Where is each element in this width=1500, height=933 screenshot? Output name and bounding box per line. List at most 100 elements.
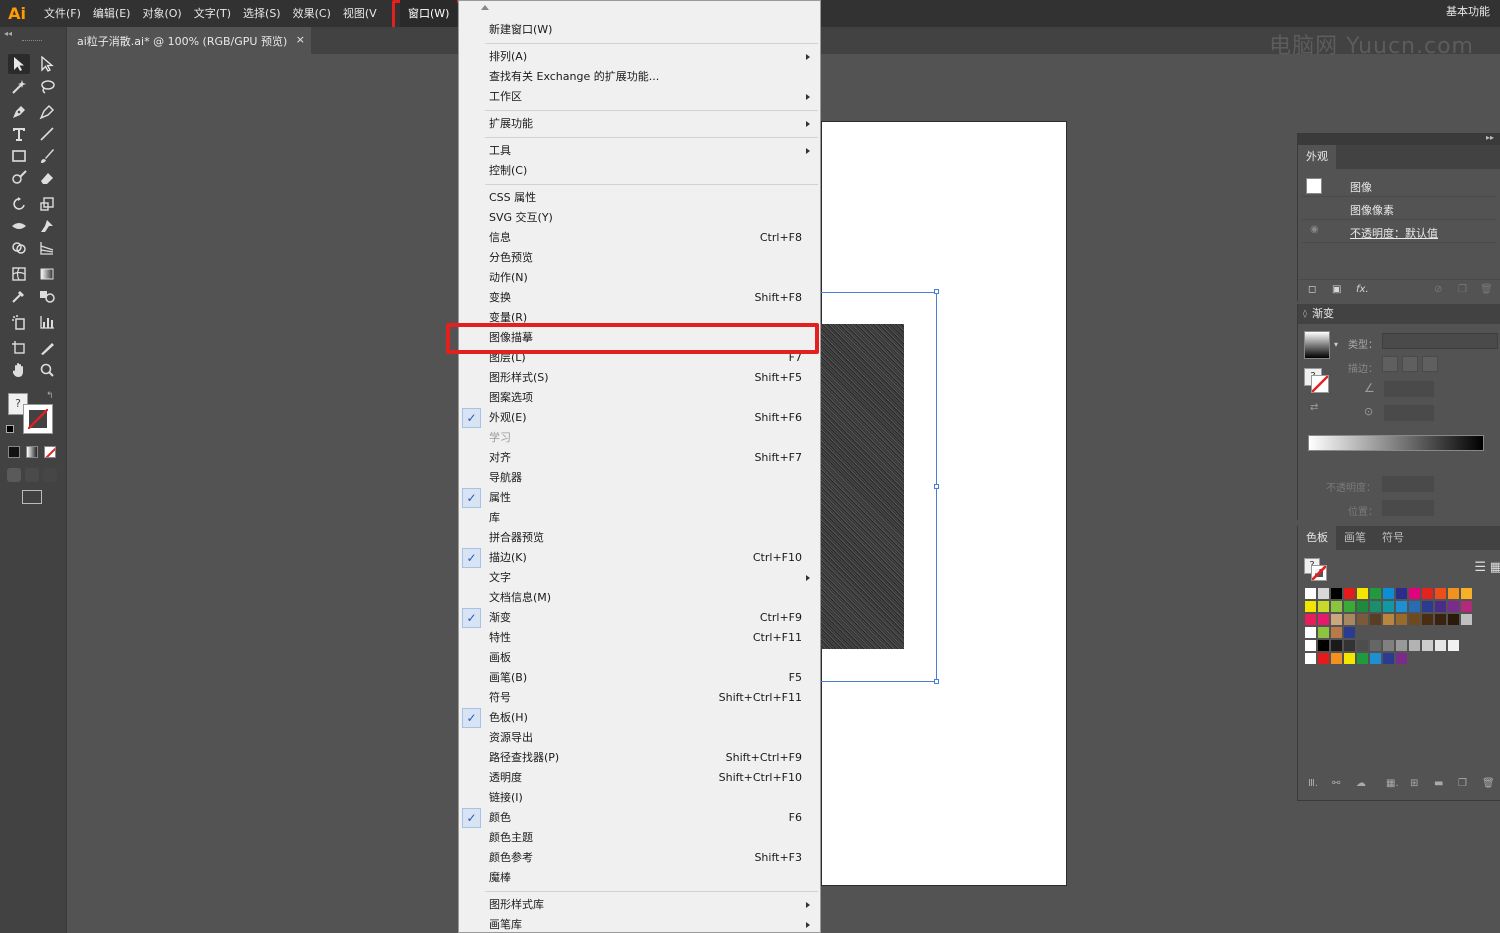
menu-item[interactable]: 拼合器预览 <box>459 528 820 548</box>
menu-item[interactable]: 对齐 Shift+F7 <box>459 448 820 468</box>
none-mode-icon[interactable] <box>44 446 56 458</box>
menu-window[interactable]: 窗口(W) <box>400 0 458 27</box>
gradient-location-field[interactable] <box>1382 500 1434 516</box>
puppet-warp-tool-icon[interactable] <box>36 216 58 236</box>
panel-options-icon[interactable]: ◊ <box>1303 304 1307 324</box>
appearance-row-opacity[interactable]: ◉ 不透明度：默认值 <box>1302 221 1497 243</box>
add-to-library-icon[interactable]: ⚯ <box>1332 778 1340 789</box>
color-swatch[interactable] <box>1421 600 1434 613</box>
color-swatch[interactable] <box>1447 587 1460 600</box>
color-swatch[interactable] <box>1304 600 1317 613</box>
menu-item[interactable]: 库 <box>459 508 820 528</box>
color-swatch[interactable] <box>1382 652 1395 665</box>
tab-swatches[interactable]: 色板 <box>1298 526 1336 550</box>
gradient-slider[interactable] <box>1308 435 1484 451</box>
screen-mode-icon[interactable] <box>22 490 42 504</box>
panel-dock-header[interactable]: ▸▸ <box>1297 133 1500 145</box>
menu-item[interactable]: 文档信息(M) <box>459 588 820 608</box>
color-swatch[interactable] <box>1395 652 1408 665</box>
color-swatch[interactable] <box>1434 613 1447 626</box>
menu-item[interactable]: 特性 Ctrl+F11 <box>459 628 820 648</box>
delete-swatch-icon[interactable]: 🗑 <box>1482 778 1495 789</box>
hand-tool-icon[interactable] <box>8 360 30 380</box>
color-swatch[interactable] <box>1343 600 1356 613</box>
tab-symbols[interactable]: 符号 <box>1374 526 1412 550</box>
swatch-libraries-icon[interactable]: Ⅲ. <box>1308 778 1318 789</box>
visibility-eye-icon[interactable]: ◉ <box>1310 224 1319 235</box>
zoom-tool-icon[interactable] <box>36 360 58 380</box>
color-swatch[interactable] <box>1330 600 1343 613</box>
color-swatch[interactable] <box>1356 613 1369 626</box>
rotate-tool-icon[interactable] <box>8 194 30 214</box>
menu-1[interactable]: 编辑(E) <box>87 0 137 27</box>
menu-item[interactable]: 排列(A) <box>459 47 820 67</box>
menu-item[interactable]: ✓ 渐变 Ctrl+F9 <box>459 608 820 628</box>
gradient-angle-field[interactable] <box>1384 381 1434 397</box>
add-stroke-icon[interactable]: ◻ <box>1308 284 1316 295</box>
mesh-tool-icon[interactable] <box>8 264 30 284</box>
color-swatch[interactable] <box>1317 587 1330 600</box>
symbol-sprayer-tool-icon[interactable] <box>8 312 30 332</box>
menu-item[interactable]: ✓ 外观(E) Shift+F6 <box>459 408 820 428</box>
color-swatch[interactable] <box>1317 652 1330 665</box>
color-swatch[interactable] <box>1408 587 1421 600</box>
color-swatch[interactable] <box>1317 639 1330 652</box>
color-swatch[interactable] <box>1330 626 1343 639</box>
color-swatch[interactable] <box>1421 639 1434 652</box>
color-swatch[interactable] <box>1330 613 1343 626</box>
color-swatch[interactable] <box>1447 600 1460 613</box>
shape-builder-tool-icon[interactable] <box>8 238 30 258</box>
menu-item[interactable]: SVG 交互(Y) <box>459 208 820 228</box>
toolbar-grip[interactable] <box>22 40 42 42</box>
color-swatch[interactable] <box>1421 587 1434 600</box>
menu-item[interactable]: 工作区 <box>459 87 820 107</box>
lasso-tool-icon[interactable] <box>36 77 58 97</box>
color-swatch[interactable] <box>1460 600 1473 613</box>
color-swatch[interactable] <box>1304 613 1317 626</box>
gradient-tool-icon[interactable] <box>36 264 58 284</box>
menu-item[interactable]: 分色预览 <box>459 248 820 268</box>
menu-item[interactable]: 图案选项 <box>459 388 820 408</box>
color-swatch[interactable] <box>1382 600 1395 613</box>
pen-tool-icon[interactable] <box>8 102 30 122</box>
gradient-type-select[interactable] <box>1382 333 1498 349</box>
color-swatch[interactable] <box>1395 639 1408 652</box>
reverse-gradient-icon[interactable]: ⇄ <box>1310 402 1318 413</box>
color-swatch[interactable] <box>1408 639 1421 652</box>
menu-item[interactable]: ✓ 色板(H) <box>459 708 820 728</box>
color-swatch[interactable] <box>1395 613 1408 626</box>
rectangle-tool-icon[interactable] <box>8 146 30 166</box>
color-swatch[interactable] <box>1343 587 1356 600</box>
menu-item[interactable]: 图形样式(S) Shift+F5 <box>459 368 820 388</box>
color-mode-icon[interactable] <box>8 446 20 458</box>
color-swatch[interactable] <box>1395 587 1408 600</box>
color-swatch[interactable] <box>1382 639 1395 652</box>
menu-3[interactable]: 文字(T) <box>188 0 237 27</box>
type-tool-icon[interactable] <box>8 124 30 144</box>
color-swatch[interactable] <box>1460 587 1473 600</box>
color-swatch[interactable] <box>1304 652 1317 665</box>
cloud-icon[interactable]: ☁ <box>1356 778 1366 789</box>
color-swatch[interactable] <box>1317 600 1330 613</box>
swatch-stroke[interactable] <box>1311 565 1327 581</box>
color-swatch[interactable] <box>1460 613 1473 626</box>
draw-normal-icon[interactable] <box>7 468 21 482</box>
add-fill-icon[interactable]: ▣ <box>1332 284 1341 295</box>
close-tab-icon[interactable]: × <box>296 33 305 46</box>
menu-item[interactable]: CSS 属性 <box>459 188 820 208</box>
color-swatch[interactable] <box>1395 600 1408 613</box>
color-swatch[interactable] <box>1356 600 1369 613</box>
direct-selection-tool-icon[interactable] <box>36 54 58 74</box>
selection-handle[interactable] <box>934 484 939 489</box>
show-kinds-icon[interactable]: ▦. <box>1386 778 1399 789</box>
color-swatch[interactable] <box>1356 652 1369 665</box>
color-swatch[interactable] <box>1317 613 1330 626</box>
color-swatch[interactable] <box>1434 600 1447 613</box>
menu-0[interactable]: 文件(F) <box>38 0 87 27</box>
color-swatch[interactable] <box>1434 639 1447 652</box>
menu-item[interactable]: 图形样式库 <box>459 895 820 915</box>
menu-item[interactable]: 画板 <box>459 648 820 668</box>
color-swatch[interactable] <box>1434 587 1447 600</box>
menu-item[interactable]: 查找有关 Exchange 的扩展功能... <box>459 67 820 87</box>
magic-wand-tool-icon[interactable] <box>8 77 30 97</box>
